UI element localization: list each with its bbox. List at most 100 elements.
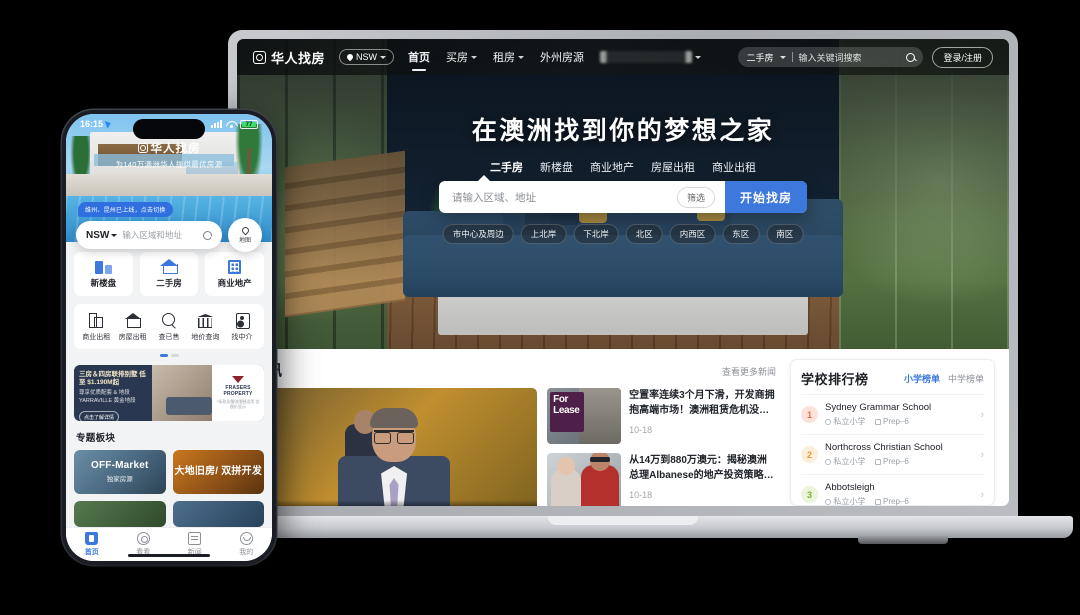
category-land-price[interactable]: 地价查询	[187, 313, 223, 342]
hero-tab-4[interactable]: 商业出租	[712, 159, 756, 175]
nav-search-bar[interactable]: 二手房 输入关键词搜索	[738, 47, 924, 67]
topic-card-4[interactable]	[172, 500, 264, 527]
dynamic-island	[133, 119, 205, 139]
wifi-icon	[226, 120, 236, 128]
nav-link-interstate[interactable]: 外州房源	[540, 49, 584, 65]
hero-section: 在澳洲找到你的梦想之家 二手房 新楼盘 商业地产 房屋出租 商业出租 请输入区域…	[237, 39, 1009, 349]
topic-card-3[interactable]	[74, 500, 166, 527]
tab-profile[interactable]: 我的	[221, 532, 273, 557]
topics-row-secondary	[74, 500, 264, 527]
tab-label: 首页	[84, 549, 99, 556]
nav-search-category[interactable]: 二手房	[746, 51, 773, 64]
school-type: 私立小学	[825, 456, 866, 467]
city-selector[interactable]: NSW	[339, 49, 395, 65]
chevron-right-icon[interactable]: ›	[980, 409, 984, 421]
battery-icon: 77	[240, 119, 258, 129]
page-content: 资讯 查看更多新闻	[237, 349, 1009, 506]
grade-icon	[874, 498, 881, 505]
school-rank-badge: 2	[801, 446, 818, 463]
category-second-hand[interactable]: 二手房	[139, 252, 199, 296]
region-chip-5[interactable]: 东区	[722, 224, 760, 244]
tab-home[interactable]: 首页	[66, 532, 118, 557]
category-label: 二手房	[156, 278, 182, 288]
hero-tabs[interactable]: 二手房 新楼盘 商业地产 房屋出租 商业出租	[237, 159, 1009, 175]
category-find-agent[interactable]: 找中介	[224, 313, 260, 342]
hero-tab-1[interactable]: 新楼盘	[540, 159, 573, 175]
category-label: 商业出租	[82, 334, 111, 341]
chevron-right-icon[interactable]: ›	[980, 489, 984, 501]
home-indicator	[128, 554, 210, 557]
search-icon[interactable]	[203, 230, 212, 240]
region-chip-2[interactable]: 下北岸	[573, 224, 619, 244]
school-name: Northcross Christian School	[825, 442, 943, 453]
school-row[interactable]: 1 Sydney Grammar School 私立小学 Prep–6 ›	[801, 394, 984, 434]
carousel-dots[interactable]	[74, 354, 264, 357]
app-name: 华人找房	[150, 143, 201, 155]
topic-off-market[interactable]: OFF-Market 独家房源	[74, 449, 166, 494]
hero-tab-0[interactable]: 二手房	[490, 159, 523, 175]
news-item[interactable]: ForLease 空置率连续3个月下滑，开发商拥抱高端市场！澳洲租赁危机没完..…	[547, 388, 776, 444]
topic-land-development[interactable]: 大地旧房/ 双拼开发	[172, 449, 264, 494]
state-selector[interactable]: NSW	[86, 230, 118, 241]
news-item[interactable]: 从14万到880万澳元：揭秘澳洲总理Albanese的地产投资策略（组... 1…	[547, 453, 776, 506]
school-row[interactable]: 2 Northcross Christian School 私立小学 Prep–…	[801, 434, 984, 474]
magnifier-icon	[161, 313, 177, 328]
phone-search-box[interactable]: NSW 输入区域和地址	[76, 221, 222, 249]
hero-tab-2[interactable]: 商业地产	[590, 159, 634, 175]
site-logo[interactable]: 华人找房	[253, 48, 325, 67]
filter-button[interactable]: 筛选	[676, 186, 715, 208]
school-grades: Prep–6	[874, 496, 909, 506]
region-chip-1[interactable]: 上北岸	[520, 224, 567, 244]
school-type: 私立小学	[825, 496, 866, 506]
region-chip-0[interactable]: 市中心及周边	[442, 224, 514, 244]
category-commercial[interactable]: 商业地产	[205, 252, 265, 296]
hero-search-input[interactable]: 请输入区域、地址	[452, 190, 677, 205]
region-chip-3[interactable]: 北区	[625, 224, 663, 244]
nav-link-buy[interactable]: 买房	[446, 49, 478, 65]
nav-search-input[interactable]: 输入关键词搜索	[799, 51, 901, 64]
news-text: 从14万到880万澳元：揭秘澳洲总理Albanese的地产投资策略（组... 1…	[629, 453, 776, 506]
news-thumbnail: For Lease	[547, 388, 622, 444]
news-date: 10-18	[629, 425, 653, 435]
nav-right: 二手房 输入关键词搜索 登录/注册	[738, 46, 993, 68]
region-chips[interactable]: 市中心及周边 上北岸 下北岸 北区 内西区 东区 南区	[442, 224, 804, 244]
promo-badge[interactable]: 维州、昆州已上线，点击切换	[78, 202, 173, 217]
cellular-bars-icon	[211, 120, 222, 128]
ad-cta-button[interactable]: 点击了解详情	[79, 411, 120, 421]
category-new-buildings[interactable]: 新楼盘	[74, 252, 133, 296]
hero-title: 在澳洲找到你的梦想之家	[471, 117, 775, 145]
featured-news-card[interactable]: ：如果联盟党赢得大选，将拿出$50亿让澳人更房（组图）	[251, 388, 538, 506]
nav-link-home[interactable]: 首页	[408, 49, 430, 65]
search-pointer	[477, 175, 491, 182]
category-label: 新楼盘	[90, 278, 117, 288]
news-list: ForLease 空置率连续3个月下滑，开发商拥抱高端市场！澳洲租赁危机没完..…	[547, 388, 776, 506]
nav-links: 首页 买房 租房 外州房源	[408, 49, 702, 65]
hero-tab-3[interactable]: 房屋出租	[651, 159, 695, 175]
category-sold[interactable]: 查已售	[151, 313, 187, 342]
eye-icon	[136, 532, 150, 545]
school-meta: 私立小学 Prep–6	[825, 416, 973, 427]
profile-icon	[239, 532, 253, 545]
ad-subtitle: 尊享优质配套 & 地段 YARRAVILLE 黄金地段	[79, 390, 136, 405]
phone-search-input[interactable]: 输入区域和地址	[122, 229, 198, 241]
map-button[interactable]: 地图	[228, 218, 262, 252]
chevron-right-icon[interactable]: ›	[980, 449, 984, 461]
region-chip-4[interactable]: 内西区	[669, 224, 716, 244]
start-search-button[interactable]: 开始找房	[725, 181, 807, 213]
nav-link-rent[interactable]: 租房	[493, 49, 525, 65]
school-grades: Prep–6	[874, 456, 909, 467]
school-type-icon	[825, 458, 831, 465]
school-row[interactable]: 3 Abbotsleigh 私立小学 Prep–6 ›	[801, 474, 984, 506]
brand-name: 华人找房	[271, 50, 326, 66]
hero-search-box[interactable]: 请输入区域、地址 筛选 开始找房	[439, 181, 807, 213]
login-register-button[interactable]: 登录/注册	[932, 46, 993, 68]
tab-secondary-schools[interactable]: 中学榜单	[948, 372, 984, 385]
category-commercial-rent[interactable]: 商业出租	[78, 313, 114, 342]
search-icon[interactable]	[906, 52, 916, 62]
region-chip-6[interactable]: 南区	[766, 224, 804, 244]
tab-primary-schools[interactable]: 小学榜单	[904, 372, 940, 385]
nav-link-more[interactable]	[600, 51, 702, 63]
ad-banner[interactable]: 三房＆四房联排别墅 低至 $1.190M起 尊享优质配套 & 地段 YARRAV…	[74, 364, 264, 421]
more-news-link[interactable]: 查看更多新闻	[722, 365, 776, 378]
category-house-rent[interactable]: 房屋出租	[114, 313, 150, 342]
